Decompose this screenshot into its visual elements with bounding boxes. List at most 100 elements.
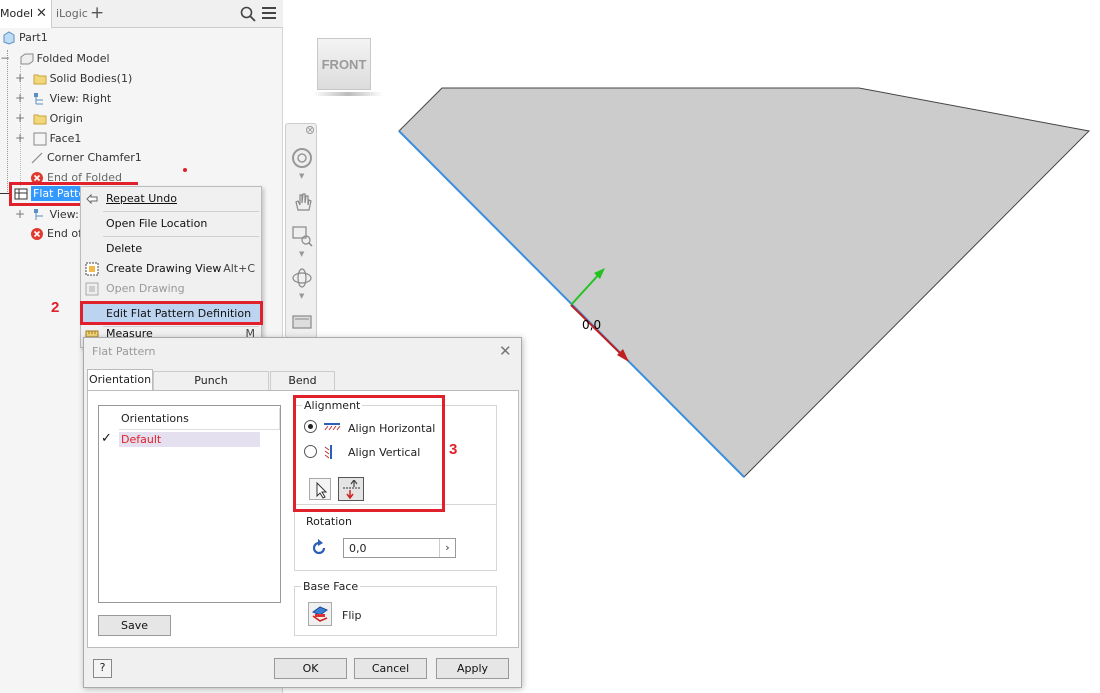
search-icon[interactable] (240, 6, 256, 22)
face-icon (33, 132, 47, 146)
menu-item-open-drawing[interactable]: Open Drawing (81, 279, 261, 299)
menu-item-label: Repeat Undo (106, 192, 177, 205)
menu-item-create-drawing-view[interactable]: Create Drawing View Alt+C (81, 259, 261, 279)
expand-icon[interactable]: + (15, 207, 25, 221)
tree-node-view-flat[interactable]: + View: I (15, 204, 86, 224)
navigation-bar: × ▼ ▼ ▼ (285, 123, 317, 338)
folder-icon (33, 74, 47, 85)
open-drawing-icon (85, 282, 99, 296)
menu-separator (103, 211, 259, 212)
close-icon[interactable]: ✕ (36, 0, 47, 28)
step-label-3: 3 (449, 441, 458, 458)
list-item[interactable]: Default (119, 432, 260, 447)
help-icon: ? (99, 661, 106, 674)
orientation-name: Default (121, 433, 162, 446)
menu-icon[interactable] (262, 7, 276, 20)
menu-separator (103, 236, 259, 237)
origin-label: 0,0 (582, 318, 602, 332)
help-button[interactable]: ? (93, 659, 112, 678)
tree-label: Part1 (19, 31, 48, 44)
cancel-button[interactable]: Cancel (354, 658, 427, 679)
tab-ilogic[interactable]: iLogic (56, 0, 88, 28)
tree-node-end-of-flat[interactable]: End of (30, 224, 82, 244)
expand-icon[interactable]: + (15, 71, 25, 85)
tab-orientation[interactable]: Orientation (87, 369, 153, 391)
close-icon[interactable]: × (306, 126, 314, 134)
tree-node-face1[interactable]: + Face1 (15, 128, 81, 148)
zoom-window-icon[interactable] (290, 224, 314, 248)
dialog-title: Flat Pattern (92, 345, 156, 358)
undo-icon (86, 193, 98, 205)
orbit-icon[interactable] (290, 266, 314, 290)
dialog-close-icon[interactable]: ✕ (499, 342, 512, 360)
collapse-icon[interactable]: − (0, 51, 10, 65)
tree-label: Origin (49, 112, 83, 125)
tree-node-part[interactable]: Part1 (2, 28, 48, 48)
step-label-2: 2 (51, 299, 60, 316)
flat-pattern-dialog: Flat Pattern ✕ Orientation Punch Represe… (83, 337, 522, 688)
tree-node-origin[interactable]: + Origin (15, 108, 83, 128)
apply-button[interactable]: Apply (436, 658, 509, 679)
add-tab-icon[interactable]: + (90, 3, 104, 23)
drawing-view-icon (85, 262, 99, 276)
ok-button[interactable]: OK (274, 658, 347, 679)
tree-label: End of (47, 227, 83, 240)
orientations-header-label: Orientations (121, 412, 189, 425)
tree-label: Face1 (49, 132, 82, 145)
tab-bend-angle[interactable]: Bend Angle (270, 371, 335, 405)
tab-punch-representation[interactable]: Punch Representation (153, 371, 269, 405)
orientation-check-icon: ✓ (101, 431, 112, 446)
tree-label: Corner Chamfer1 (47, 151, 142, 164)
pan-hand-icon[interactable] (290, 190, 314, 214)
highlight-box-edit-flat-pattern (80, 301, 263, 325)
tree-guide-line (7, 50, 8, 192)
menu-item-shortcut: Alt+C (223, 262, 255, 275)
menu-item-open-file-location[interactable]: Open File Location (81, 214, 261, 234)
tree-node-folded-model[interactable]: − Folded Model (0, 48, 110, 68)
expand-icon[interactable]: + (15, 91, 25, 105)
highlight-box-alignment (293, 395, 445, 512)
menu-item-label: Delete (106, 242, 143, 255)
orientations-list-header: Orientations (119, 408, 280, 430)
viewcube-shadow (313, 92, 383, 96)
save-button[interactable]: Save (98, 615, 171, 636)
part-icon (3, 31, 15, 45)
menu-item-label: Create Drawing View (106, 262, 222, 275)
tab-model-label: Model (0, 7, 34, 20)
tab-ilogic-label: iLogic (56, 7, 88, 20)
menu-item-delete[interactable]: Delete (81, 239, 261, 259)
folder-icon (33, 114, 47, 125)
flip-base-face-button[interactable] (308, 602, 332, 626)
chevron-down-icon[interactable]: ▼ (299, 250, 304, 258)
tab-model[interactable]: Model ✕ (0, 0, 52, 28)
view-icon (33, 93, 43, 105)
chevron-down-icon[interactable]: ▼ (299, 292, 304, 300)
rotation-group (294, 505, 497, 571)
base-face-label: Base Face (301, 580, 361, 593)
orientations-list[interactable]: Orientations ✓ Default (98, 405, 281, 603)
chevron-down-icon[interactable]: ▼ (299, 172, 304, 180)
menu-item-label: Open File Location (106, 217, 208, 230)
expand-icon[interactable]: + (15, 131, 25, 145)
look-at-icon[interactable] (290, 308, 314, 332)
view-icon (33, 209, 43, 220)
tree-label: Folded Model (36, 52, 110, 65)
red-dot-marker (183, 168, 187, 172)
steering-wheel-icon[interactable] (290, 146, 314, 170)
tab-label: Orientation (88, 373, 152, 386)
tree-label: View: Right (49, 92, 112, 105)
end-marker-icon (31, 228, 43, 240)
menu-item-repeat-undo[interactable]: Repeat Undo (81, 189, 261, 209)
folded-model-icon (20, 53, 34, 65)
expand-icon[interactable]: + (15, 111, 25, 125)
chamfer-icon (31, 152, 43, 164)
tree-label: Solid Bodies(1) (49, 72, 133, 85)
tree-node-corner-chamfer[interactable]: Corner Chamfer1 (30, 148, 142, 168)
flip-face-icon (311, 606, 329, 622)
menu-item-label: Open Drawing (106, 282, 185, 295)
viewcube[interactable]: FRONT (317, 38, 371, 90)
viewcube-face-label: FRONT (321, 57, 367, 72)
tree-node-solid-bodies[interactable]: + Solid Bodies(1) (15, 68, 132, 88)
browser-tabbar: Model ✕ iLogic + (0, 0, 283, 28)
tree-node-view-right[interactable]: + View: Right (15, 88, 111, 108)
